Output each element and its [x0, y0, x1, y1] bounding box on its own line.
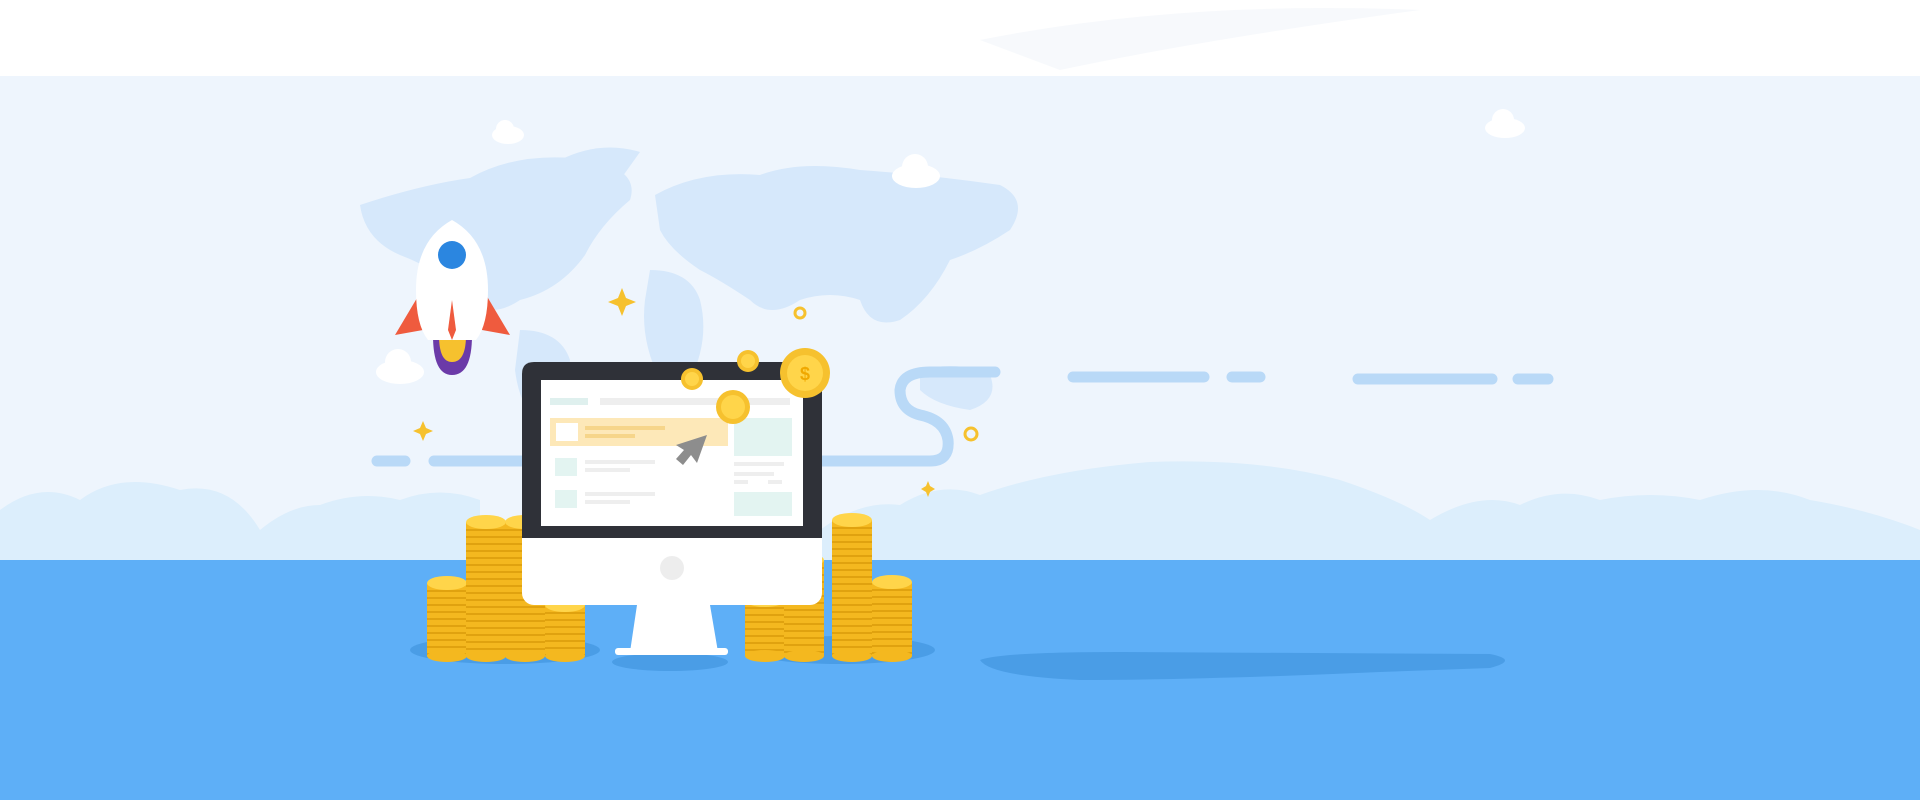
cloud-hills-right	[820, 461, 1920, 560]
top-swoosh	[980, 8, 1420, 70]
banner-illustration: $	[0, 8, 1920, 680]
svg-text:$: $	[800, 364, 810, 384]
cloud-hills	[0, 482, 480, 560]
